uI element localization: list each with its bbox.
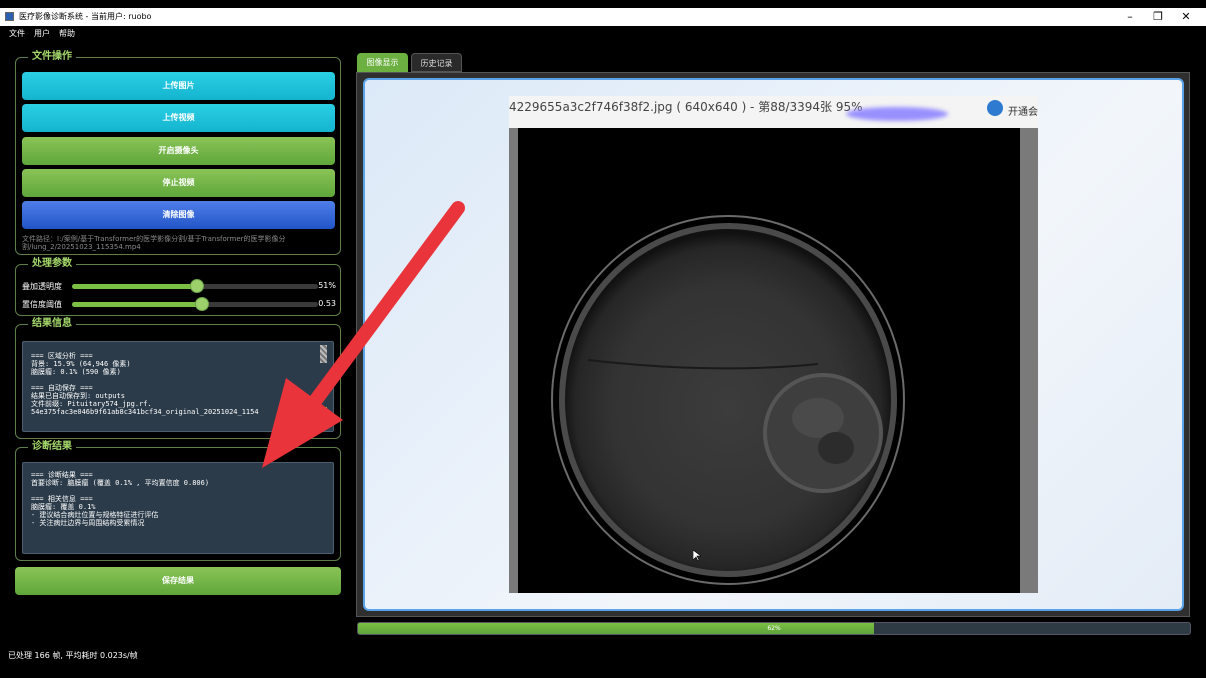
- red-arrow-annotation: [262, 201, 465, 468]
- progress-bar: 62%: [357, 622, 1191, 635]
- progress-label: 62%: [767, 625, 781, 632]
- mouse-cursor-icon: [693, 550, 701, 562]
